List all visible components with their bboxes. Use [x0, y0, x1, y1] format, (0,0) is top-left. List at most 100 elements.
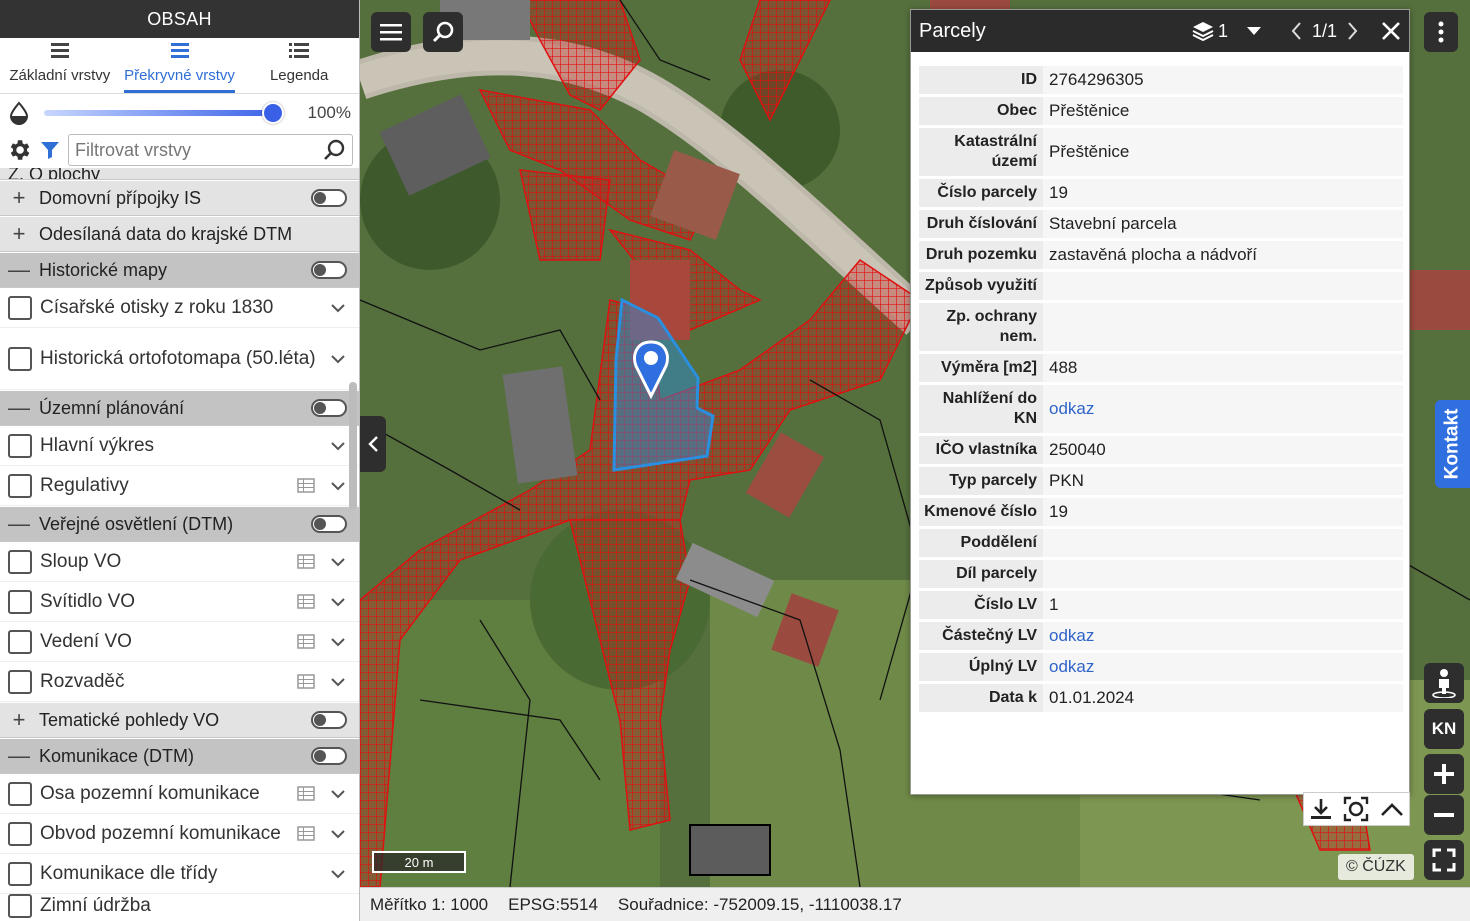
- layer-item[interactable]: Zimní údržba: [0, 894, 359, 921]
- layer-checkbox[interactable]: [8, 629, 32, 654]
- zoom-out-button[interactable]: [1424, 795, 1464, 835]
- layer-group[interactable]: + Odesílaná data do krajské DTM: [0, 216, 359, 252]
- layer-group[interactable]: — Veřejné osvětlení (DTM): [0, 506, 359, 542]
- attribute-link[interactable]: odkaz: [1043, 653, 1403, 681]
- attribute-table-icon[interactable]: [297, 786, 315, 801]
- attribute-table-icon[interactable]: [297, 826, 315, 841]
- layer-list-scrollbar[interactable]: [349, 382, 357, 510]
- expand-icon[interactable]: +: [8, 221, 30, 247]
- collapse-icon[interactable]: —: [8, 395, 30, 421]
- attribute-link[interactable]: odkaz: [1043, 385, 1403, 433]
- layer-checkbox[interactable]: [8, 589, 32, 614]
- more-options-button[interactable]: [1424, 12, 1458, 52]
- layer-checkbox[interactable]: [8, 781, 32, 806]
- attribute-table-icon[interactable]: [297, 478, 315, 493]
- layer-checkbox[interactable]: [8, 346, 32, 371]
- layer-item[interactable]: Sloup VO: [0, 542, 359, 582]
- fullscreen-button[interactable]: [1424, 840, 1464, 880]
- layer-item[interactable]: Vedení VO: [0, 622, 359, 662]
- expand-icon[interactable]: +: [8, 707, 30, 733]
- layer-group[interactable]: — Historické mapy: [0, 252, 359, 288]
- chevron-down-icon[interactable]: [331, 637, 345, 647]
- layer-toggle[interactable]: [311, 711, 347, 729]
- layer-item[interactable]: Obvod pozemní komunikace: [0, 814, 359, 854]
- download-icon[interactable]: [1309, 797, 1333, 821]
- layer-checkbox[interactable]: [8, 473, 32, 498]
- tab-base-layers[interactable]: Základní vrstvy: [0, 38, 120, 93]
- chevron-down-icon[interactable]: [331, 557, 345, 567]
- layer-item[interactable]: Komunikace dle třídy: [0, 854, 359, 894]
- layer-checkbox[interactable]: [8, 861, 32, 886]
- menu-button[interactable]: [371, 12, 411, 52]
- layer-checkbox[interactable]: [8, 433, 32, 458]
- layer-item[interactable]: Císařské otisky z roku 1830: [0, 288, 359, 328]
- layer-toggle[interactable]: [311, 747, 347, 765]
- chevron-down-icon[interactable]: [331, 677, 345, 687]
- map-attribution[interactable]: © ČÚZK: [1338, 854, 1414, 880]
- attribute-row: Typ parcely PKN: [919, 467, 1403, 495]
- chevron-down-icon[interactable]: [331, 441, 345, 451]
- filter-input[interactable]: Filtrovat vrstvy: [68, 134, 353, 166]
- layer-group[interactable]: — Komunikace (DTM): [0, 738, 359, 774]
- chevron-right-icon[interactable]: [1347, 21, 1359, 41]
- chevron-down-icon[interactable]: [331, 829, 345, 839]
- layer-group[interactable]: — Územní plánování: [0, 390, 359, 426]
- layer-checkbox[interactable]: [8, 549, 32, 574]
- zoom-to-feature-icon[interactable]: [1343, 796, 1369, 822]
- kn-button[interactable]: KN: [1424, 709, 1464, 749]
- attribute-table-icon[interactable]: [297, 554, 315, 569]
- attribute-label: Číslo parcely: [919, 179, 1043, 207]
- chevron-left-icon[interactable]: [1290, 21, 1302, 41]
- collapse-icon[interactable]: —: [8, 743, 30, 769]
- chevron-down-icon[interactable]: [331, 481, 345, 491]
- collapse-icon[interactable]: —: [8, 257, 30, 283]
- layer-group[interactable]: Z. O plochy: [0, 168, 359, 180]
- attribute-table-icon[interactable]: [297, 594, 315, 609]
- tab-legend[interactable]: Legenda: [239, 38, 359, 93]
- search-icon[interactable]: [322, 138, 346, 162]
- chevron-down-icon[interactable]: [331, 303, 345, 313]
- layer-checkbox[interactable]: [8, 669, 32, 694]
- layer-toggle[interactable]: [311, 399, 347, 417]
- hamburger-icon: [380, 24, 402, 41]
- map-search-button[interactable]: [423, 12, 463, 52]
- chevron-down-icon[interactable]: [331, 354, 345, 364]
- layer-group[interactable]: + Domovní přípojky IS: [0, 180, 359, 216]
- attribute-table-icon[interactable]: [297, 674, 315, 689]
- collapse-panel-button[interactable]: [360, 416, 386, 472]
- layer-item[interactable]: Rozvaděč: [0, 662, 359, 702]
- layer-item[interactable]: Svítidlo VO: [0, 582, 359, 622]
- attribute-link[interactable]: odkaz: [1043, 622, 1403, 650]
- contact-tab[interactable]: Kontakt: [1435, 400, 1470, 488]
- layer-item[interactable]: Hlavní výkres: [0, 426, 359, 466]
- layer-item[interactable]: Osa pozemní komunikace: [0, 774, 359, 814]
- layer-checkbox[interactable]: [8, 894, 32, 918]
- attribute-value: 1: [1043, 591, 1403, 619]
- street-view-button[interactable]: [1424, 663, 1464, 703]
- filter-icon[interactable]: [38, 138, 62, 162]
- layer-toggle[interactable]: [311, 515, 347, 533]
- layer-checkbox[interactable]: [8, 295, 32, 320]
- opacity-slider-handle[interactable]: [262, 102, 284, 124]
- layer-item[interactable]: Historická ortofotomapa (50.léta): [0, 328, 359, 390]
- layer-checkbox[interactable]: [8, 821, 32, 846]
- chevron-down-icon[interactable]: [331, 789, 345, 799]
- chevron-up-icon[interactable]: [1380, 801, 1404, 817]
- chevron-down-icon[interactable]: [331, 597, 345, 607]
- close-icon[interactable]: [1381, 21, 1401, 41]
- attribute-table-icon[interactable]: [297, 634, 315, 649]
- tab-overlay-layers[interactable]: Překryvné vrstvy: [120, 38, 240, 93]
- map-scale[interactable]: Měřítko 1: 1000: [370, 895, 488, 915]
- opacity-slider[interactable]: [44, 102, 284, 124]
- layer-group[interactable]: + Tematické pohledy VO: [0, 702, 359, 738]
- expand-icon[interactable]: +: [8, 185, 30, 211]
- layer-select[interactable]: 1: [1192, 21, 1262, 42]
- collapse-icon[interactable]: —: [8, 511, 30, 537]
- layer-toggle[interactable]: [311, 261, 347, 279]
- layer-toggle[interactable]: [311, 189, 347, 207]
- zoom-in-button[interactable]: [1424, 754, 1464, 794]
- layer-item[interactable]: Regulativy: [0, 466, 359, 506]
- chevron-down-icon[interactable]: [331, 869, 345, 879]
- gear-icon[interactable]: [6, 137, 32, 163]
- attribute-row: Data k 01.01.2024: [919, 684, 1403, 712]
